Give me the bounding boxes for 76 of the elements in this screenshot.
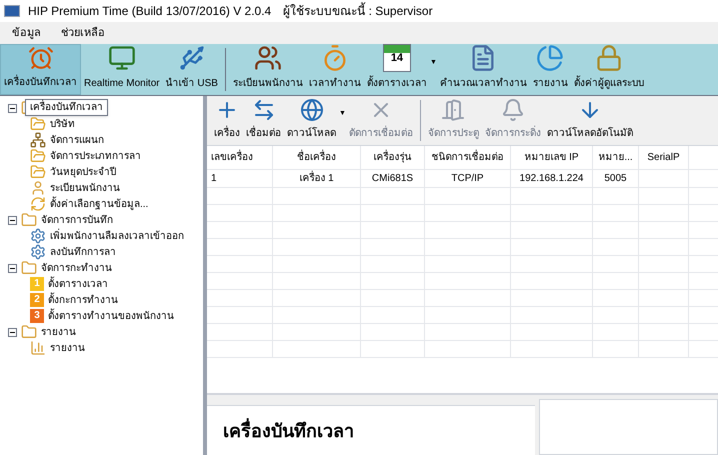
- folder-icon: [30, 116, 46, 132]
- table-cell: 5005: [593, 170, 639, 187]
- tree-toggle[interactable]: [8, 328, 17, 336]
- table-cell: เครื่อง 1: [273, 170, 361, 187]
- toolbar-button[interactable]: นำเข้า USB: [162, 44, 221, 95]
- tree-item[interactable]: ตั้งค่าเลือกฐานข้อมูล...: [50, 196, 148, 212]
- alarm-clock-icon: [26, 45, 54, 71]
- folder-icon: [21, 324, 37, 340]
- toolbar-button[interactable]: ดาวน์โหลดอัตโนมัติ: [544, 96, 636, 145]
- toolbar-button[interactable]: เวลาทำงาน: [306, 44, 364, 95]
- folder-icon: [30, 164, 46, 180]
- toolbar-button[interactable]: Realtime Monitor: [81, 44, 163, 95]
- tree-toggle[interactable]: [8, 264, 17, 272]
- pie-chart-icon: [536, 44, 564, 72]
- tree-item[interactable]: เพิ่มพนักงานลืมลงเวลาเข้าออก: [50, 228, 184, 244]
- tooltip: เครื่องบันทึกเวลา: [25, 99, 108, 116]
- toolbar-button[interactable]: รายงาน: [530, 44, 571, 95]
- toolbar-button[interactable]: 14 ตั้งตารางเวลา: [364, 44, 430, 95]
- toolbar-button[interactable]: คำนวณเวลาทำงาน: [436, 44, 530, 95]
- tree-item[interactable]: ตั้งตารางทำงานของพนักงาน: [48, 308, 174, 324]
- tree-toggle[interactable]: [8, 104, 17, 112]
- table-cell: 192.168.1.224: [511, 170, 593, 187]
- toolbar-button[interactable]: ระเบียนพนักงาน: [230, 44, 306, 95]
- toolbar-button[interactable]: เชื่อมต่อ: [243, 96, 284, 145]
- bell-icon: [500, 98, 525, 122]
- tree-item[interactable]: ลงบันทึกการลา: [50, 244, 116, 260]
- tree-toggle[interactable]: [8, 216, 17, 224]
- tree-item[interactable]: จัดการแผนก: [50, 132, 104, 148]
- padlock-icon: [594, 44, 623, 72]
- gear-icon: [30, 228, 46, 244]
- column-header[interactable]: หมาย...: [593, 146, 639, 169]
- tree-item[interactable]: รายงาน: [41, 324, 76, 340]
- number-badge: 2: [30, 293, 44, 307]
- tree-item[interactable]: ตั้งตารางเวลา: [48, 276, 108, 292]
- person-icon: [30, 180, 46, 196]
- calendar-date: 14: [390, 53, 404, 64]
- table-cell: CMi681S: [361, 170, 425, 187]
- folder-icon: [30, 148, 46, 164]
- tree-item[interactable]: จัดการกะทำงาน: [41, 260, 112, 276]
- usb-icon: [178, 44, 206, 72]
- tree-item[interactable]: วันหยุดประจำปี: [50, 164, 116, 180]
- toolbar-button[interactable]: ดาวน์โหลด: [284, 96, 339, 145]
- column-header[interactable]: ชื่อเครื่อง: [273, 146, 361, 169]
- column-header[interactable]: ชนิดการเชื่อมต่อ: [425, 146, 511, 169]
- tree-item[interactable]: จัดการประเภทการลา: [50, 148, 141, 164]
- monitor-icon: [108, 44, 136, 72]
- toolbar-button[interactable]: เครื่อง: [211, 96, 243, 145]
- app-logo-icon: [4, 5, 20, 17]
- globe-icon: [300, 98, 324, 122]
- number-badge: 1: [30, 277, 44, 291]
- column-header[interactable]: เลขเครื่อง: [207, 146, 273, 169]
- window-title: HIP Premium Time (Build 13/07/2016) V 2.0.4: [28, 3, 272, 20]
- column-header[interactable]: หมายเลข IP: [511, 146, 593, 169]
- folder-icon: [21, 212, 37, 228]
- folder-icon: [21, 260, 37, 276]
- tree-item[interactable]: บริษัท: [50, 116, 75, 132]
- table-cell: 1: [207, 170, 273, 187]
- column-header[interactable]: SerialP: [639, 146, 689, 169]
- current-user-label: ผู้ใช้ระบบขณะนี้ : Supervisor: [283, 2, 433, 20]
- menu-item[interactable]: ข้อมูล: [12, 24, 41, 42]
- table-cell: TCP/IP: [425, 170, 511, 187]
- tree-item[interactable]: ระเบียนพนักงาน: [50, 180, 120, 196]
- toolbar-button[interactable]: เครื่องบันทึกเวลา: [0, 44, 81, 95]
- people-icon: [254, 44, 282, 72]
- refresh-icon: [30, 196, 46, 212]
- bar-chart-icon: [30, 340, 46, 356]
- tree-item[interactable]: จัดการการบันทึก: [41, 212, 113, 228]
- gear-icon: [30, 244, 46, 260]
- toolbar-button[interactable]: ตั้งค่าผู้ดูแลระบบ: [570, 44, 647, 95]
- number-badge: 3: [30, 309, 44, 323]
- org-chart-icon: [30, 132, 46, 148]
- column-header[interactable]: เครื่องรุ่น: [361, 146, 425, 169]
- tree-item[interactable]: ตั้งกะการทำงาน: [48, 292, 118, 308]
- menu-item[interactable]: ช่วยเหลือ: [61, 24, 105, 42]
- door-icon: [441, 98, 466, 122]
- tree-item[interactable]: รายงาน: [50, 340, 85, 356]
